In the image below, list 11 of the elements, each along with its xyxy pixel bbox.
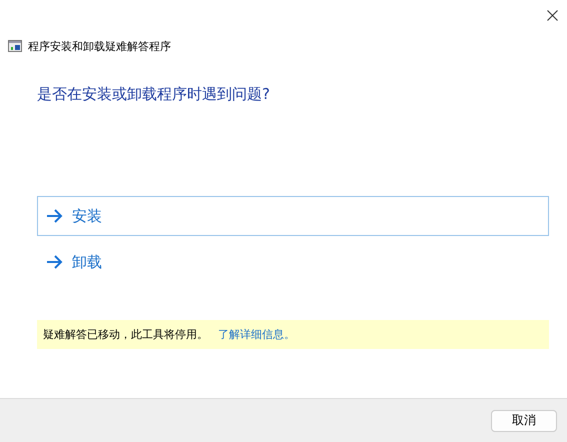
close-icon[interactable] <box>547 10 558 20</box>
window-title: 程序安装和卸载疑难解答程序 <box>28 38 171 54</box>
learn-more-link[interactable]: 了解详细信息。 <box>218 327 295 342</box>
arrow-icon <box>46 255 63 269</box>
arrow-icon <box>46 209 63 223</box>
cancel-button[interactable]: 取消 <box>491 410 557 432</box>
option-link[interactable]: 安装 <box>37 196 549 236</box>
program-window-icon <box>8 40 22 52</box>
option-link[interactable]: 卸载 <box>37 242 549 282</box>
notice-text: 疑难解答已移动，此工具将停用。 <box>43 327 208 342</box>
heading: 是否在安装或卸载程序时遇到问题? <box>37 85 271 104</box>
